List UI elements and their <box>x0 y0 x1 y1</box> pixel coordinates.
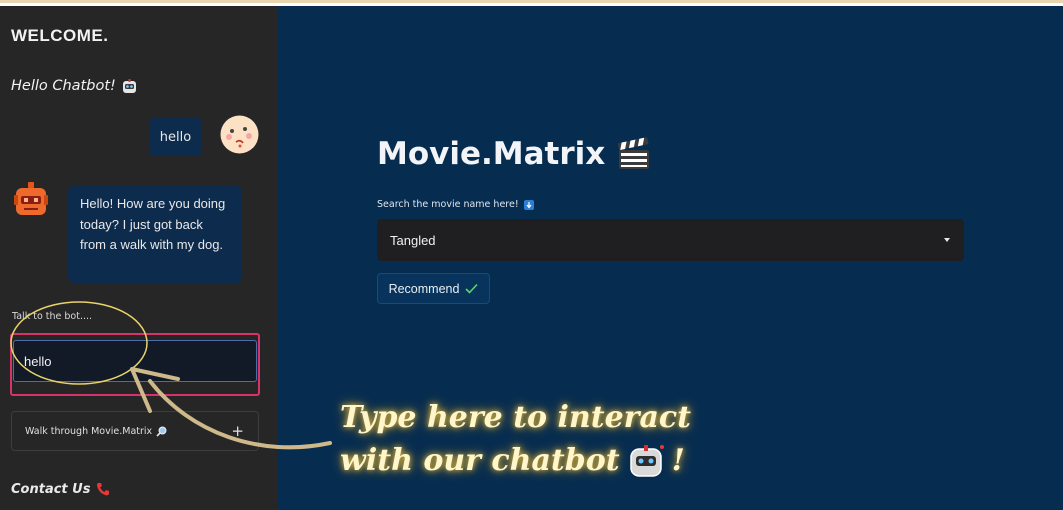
chatbot-heading: Hello Chatbot! <box>11 78 137 94</box>
contact-us[interactable]: Contact Us <box>11 481 111 497</box>
chat-input-label: Talk to the bot.... <box>12 311 93 322</box>
page-title-text: Movie.Matrix <box>377 136 606 172</box>
bot-avatar <box>13 181 49 219</box>
movie-select[interactable]: Tangled <box>377 219 964 261</box>
walkthrough-expander[interactable]: Walk through Movie.Matrix + <box>11 411 259 451</box>
user-avatar <box>220 115 259 154</box>
walkthrough-expander-label: Walk through Movie.Matrix <box>25 426 167 437</box>
bot-message-bubble: Hello! How are you doing today? I just g… <box>68 186 242 283</box>
recommend-button[interactable]: Recommend <box>377 273 490 304</box>
main-panel: Movie.Matrix Search the movie name here! <box>278 6 1063 510</box>
search-label: Search the movie name here! <box>377 199 534 210</box>
sidebar: WELCOME. Hello Chatbot! hello Hello! How… <box>0 6 278 510</box>
walkthrough-expander-text: Walk through Movie.Matrix <box>25 425 153 437</box>
movie-select-value: Tangled <box>390 232 436 248</box>
search-label-text: Search the movie name here! <box>377 199 519 210</box>
magnifier-icon <box>156 426 167 437</box>
phone-icon <box>97 483 110 496</box>
check-icon <box>465 283 479 294</box>
app-window: WELCOME. Hello Chatbot! hello Hello! How… <box>0 0 1063 510</box>
contact-us-label: Contact Us <box>11 481 91 497</box>
chatbot-heading-text: Hello Chatbot! <box>11 78 116 94</box>
user-message-bubble: hello <box>149 118 202 156</box>
welcome-heading: WELCOME. <box>11 26 109 45</box>
recommend-button-label: Recommend <box>388 281 460 296</box>
page-title: Movie.Matrix <box>377 136 651 172</box>
expand-plus-icon[interactable]: + <box>231 422 244 440</box>
down-arrow-icon <box>523 199 534 210</box>
clapperboard-icon <box>618 137 650 169</box>
chevron-down-icon <box>944 238 950 242</box>
robot-icon <box>122 78 137 94</box>
chat-input[interactable] <box>13 340 257 382</box>
